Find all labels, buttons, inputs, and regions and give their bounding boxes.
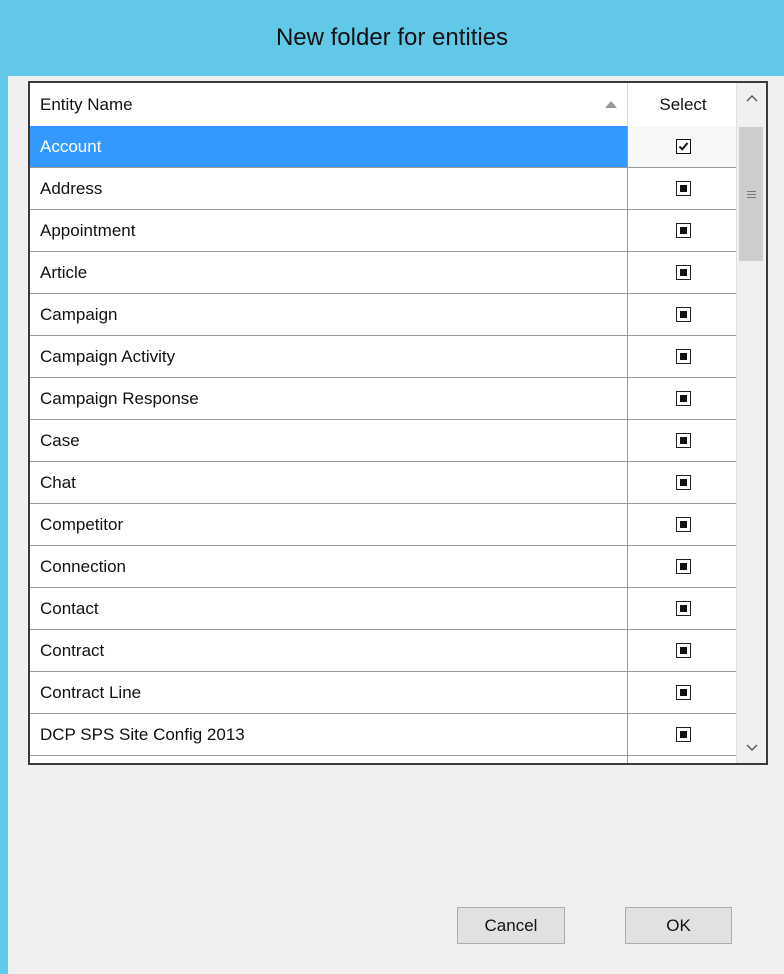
column-header-select[interactable]: Select [628,83,738,126]
select-cell [628,672,738,713]
table-row[interactable]: Competitor [30,504,738,546]
table-row[interactable]: Chat [30,462,738,504]
chevron-up-icon [746,95,757,102]
scroll-down-button[interactable] [737,733,766,763]
select-cell [628,756,738,763]
select-cell [628,378,738,419]
entity-name-cell: Address [30,168,628,209]
chevron-down-icon [746,744,757,751]
entity-name-cell: Contact [30,588,628,629]
checkmark-icon [678,142,688,151]
select-cell [628,210,738,251]
table-row[interactable]: Contract [30,630,738,672]
entity-name-cell: Competitor [30,504,628,545]
column-header-select-label: Select [659,94,707,114]
grid-rows: Account Address Appointment Article Campaign… [30,126,738,763]
select-cell [628,252,738,293]
select-checkbox[interactable] [675,391,691,406]
vertical-scrollbar[interactable] [736,83,766,763]
select-cell [628,168,738,209]
table-row[interactable]: Contract Line [30,672,738,714]
select-checkbox[interactable] [675,181,691,196]
select-cell [628,420,738,461]
column-header-entity-name-label: Entity Name [40,94,133,114]
column-header-entity-name[interactable]: Entity Name [30,83,628,126]
table-row[interactable]: Account [30,126,738,168]
sort-ascending-icon [605,101,617,108]
select-cell [628,462,738,503]
entity-name-cell: Account [30,126,628,167]
select-checkbox[interactable] [675,517,691,532]
table-row[interactable]: Article [30,252,738,294]
dialog-title: New folder for entities [0,0,784,76]
select-cell [628,504,738,545]
table-row[interactable]: Case [30,420,738,462]
select-cell [628,294,738,335]
select-checkbox[interactable] [675,139,691,154]
select-checkbox[interactable] [675,559,691,574]
entity-name-cell: Campaign Response [30,378,628,419]
scroll-thumb[interactable] [739,127,763,261]
scroll-up-button[interactable] [737,83,766,113]
select-checkbox[interactable] [675,475,691,490]
table-row[interactable] [30,756,738,763]
table-row[interactable]: Campaign Response [30,378,738,420]
entity-name-cell: Contract Line [30,672,628,713]
table-row[interactable]: DCP SPS Site Config 2013 [30,714,738,756]
entity-name-cell: Connection [30,546,628,587]
table-row[interactable]: Connection [30,546,738,588]
select-checkbox[interactable] [675,265,691,280]
select-checkbox[interactable] [675,433,691,448]
select-checkbox[interactable] [675,685,691,700]
entity-name-cell [30,756,628,763]
entity-name-cell: Appointment [30,210,628,251]
entity-name-cell: Case [30,420,628,461]
select-checkbox[interactable] [675,307,691,322]
grip-icon [746,189,756,200]
cancel-button[interactable]: Cancel [457,907,565,944]
entity-name-cell: Campaign [30,294,628,335]
ok-button[interactable]: OK [625,907,732,944]
select-cell [628,126,738,167]
select-checkbox[interactable] [675,601,691,616]
select-cell [628,588,738,629]
select-cell [628,336,738,377]
entity-name-cell: DCP SPS Site Config 2013 [30,714,628,755]
select-checkbox[interactable] [675,349,691,364]
dialog-window: New folder for entities Entity Name Sele… [0,0,784,974]
select-checkbox[interactable] [675,223,691,238]
select-cell [628,630,738,671]
table-row[interactable]: Contact [30,588,738,630]
grid-header: Entity Name Select [30,83,738,126]
table-row[interactable]: Campaign [30,294,738,336]
entity-name-cell: Campaign Activity [30,336,628,377]
entity-name-cell: Chat [30,462,628,503]
table-row[interactable]: Campaign Activity [30,336,738,378]
entity-name-cell: Article [30,252,628,293]
entity-name-cell: Contract [30,630,628,671]
table-row[interactable]: Address [30,168,738,210]
table-row[interactable]: Appointment [30,210,738,252]
entity-grid[interactable]: Entity Name Select Account Address Appoint… [28,81,768,765]
select-checkbox[interactable] [675,727,691,742]
select-checkbox[interactable] [675,643,691,658]
select-cell [628,714,738,755]
select-cell [628,546,738,587]
